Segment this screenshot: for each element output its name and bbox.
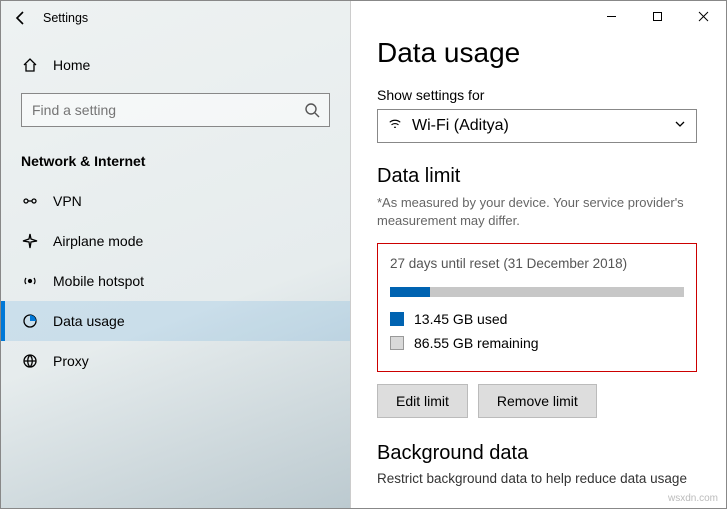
nav-home[interactable]: Home [1,47,350,83]
back-button[interactable] [5,2,37,34]
sidebar-item-label: Proxy [53,353,89,369]
swatch-remaining-icon [390,336,404,350]
minimize-button[interactable] [588,1,634,31]
sidebar-item-label: Airplane mode [53,233,143,249]
search-icon [304,102,320,118]
home-icon [21,57,39,73]
network-dropdown[interactable]: Wi-Fi (Aditya) [377,109,697,143]
remaining-text: 86.55 GB remaining [414,335,539,351]
window-title: Settings [43,11,88,25]
background-data-text: Restrict background data to help reduce … [377,471,697,486]
background-data-heading: Background data [377,442,700,465]
section-header: Network & Internet [1,137,350,181]
data-limit-heading: Data limit [377,165,700,188]
show-settings-label: Show settings for [377,87,700,103]
data-usage-icon [21,313,39,329]
proxy-icon [21,353,39,369]
used-text: 13.45 GB used [414,311,507,327]
close-button[interactable] [680,1,726,31]
hotspot-icon [21,273,39,289]
sidebar-item-proxy[interactable]: Proxy [1,341,350,381]
chevron-down-icon [674,117,686,135]
usage-bar-fill [390,287,430,297]
page-title: Data usage [377,37,700,69]
airplane-icon [21,233,39,249]
data-limit-box: 27 days until reset (31 December 2018) 1… [377,243,697,372]
reset-text: 27 days until reset (31 December 2018) [390,256,684,271]
data-limit-note: *As measured by your device. Your servic… [377,194,697,229]
usage-bar [390,287,684,297]
dropdown-selected: Wi-Fi (Aditya) [412,117,509,135]
sidebar-item-label: Mobile hotspot [53,273,144,289]
sidebar-item-label: Data usage [53,313,125,329]
sidebar-item-vpn[interactable]: VPN [1,181,350,221]
wifi-icon [388,117,402,136]
edit-limit-button[interactable]: Edit limit [377,384,468,418]
sidebar-item-label: VPN [53,193,82,209]
swatch-used-icon [390,312,404,326]
sidebar-item-hotspot[interactable]: Mobile hotspot [1,261,350,301]
search-input[interactable] [21,93,330,127]
remove-limit-button[interactable]: Remove limit [478,384,597,418]
vpn-icon [21,193,39,209]
nav-home-label: Home [53,57,90,73]
sidebar-item-data-usage[interactable]: Data usage [1,301,350,341]
legend-remaining: 86.55 GB remaining [390,335,684,351]
legend-used: 13.45 GB used [390,311,684,327]
maximize-button[interactable] [634,1,680,31]
sidebar-item-airplane[interactable]: Airplane mode [1,221,350,261]
